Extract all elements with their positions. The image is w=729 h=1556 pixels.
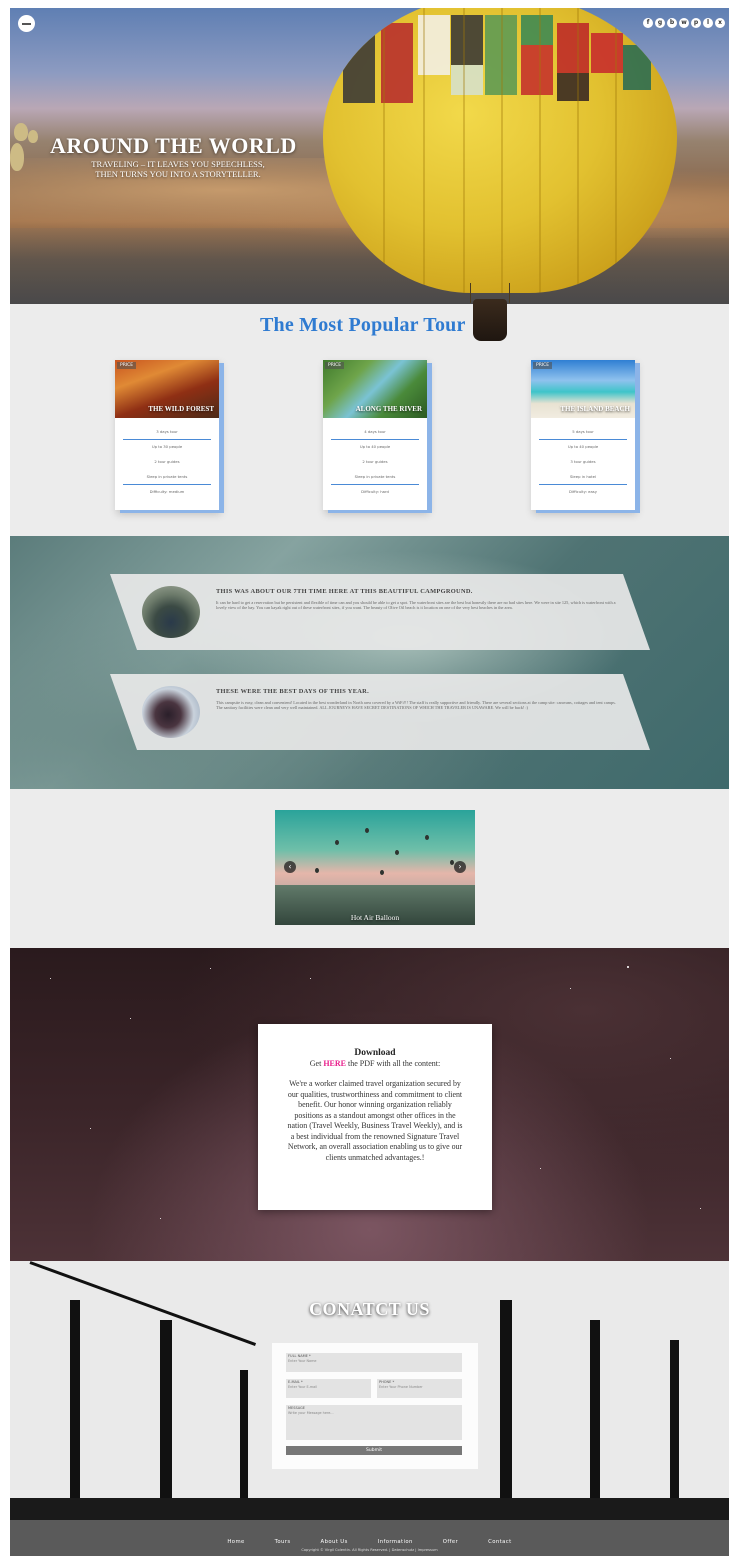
tree-silhouette — [70, 1300, 80, 1520]
full-name-field[interactable]: FULL NAME * Enter Your Name — [286, 1353, 462, 1372]
copyright-text: Copyright © Virgil Colentin. All Rights … — [301, 1548, 438, 1552]
download-section: Download Get HERE the PDF with all the c… — [10, 948, 729, 1261]
tour-name: ALONG THE RIVER — [355, 405, 422, 413]
hero-subtitle: TRAVELING – IT LEAVES YOU SPEECHLESS, TH… — [72, 159, 284, 179]
hero-title: AROUND THE WORLD — [50, 133, 297, 158]
email-placeholder: Enter Your E-mail — [288, 1385, 318, 1389]
footer-link-about-us[interactable]: About Us — [321, 1539, 348, 1545]
tour-features: 4 days tour Up to 40 people 2 tour guide… — [323, 418, 427, 500]
image-slider: ‹ › Hot Air Balloon — [275, 810, 475, 925]
tour-features: 3 days tour Up to 30 people 2 tour guide… — [115, 418, 219, 500]
slide-caption: Hot Air Balloon — [350, 913, 400, 922]
download-card: Download Get HERE the PDF with all the c… — [258, 1024, 492, 1210]
tour-feature: Difficulty: hard — [361, 489, 389, 494]
river-image: PRICE ALONG THE RIVER — [323, 360, 427, 418]
x-icon[interactable]: x — [715, 18, 725, 28]
message-label: MESSAGE — [288, 1406, 305, 1410]
footer-link-contact[interactable]: Contact — [488, 1539, 511, 1545]
tour-feature: Sleep in private tents — [331, 470, 419, 485]
tour-feature: 2 tour guides — [154, 459, 180, 464]
beach-image: PRICE THE ISLAND BEACH — [531, 360, 635, 418]
phone-label: PHONE * — [379, 1380, 395, 1384]
tour-feature: Sleep in private tents — [123, 470, 211, 485]
download-line-prefix: Get — [309, 1059, 324, 1068]
email-label: E-MAIL * — [288, 1380, 303, 1384]
full-name-label: FULL NAME * — [288, 1354, 311, 1358]
tour-card-island-beach[interactable]: PRICE THE ISLAND BEACH 5 days tour Up to… — [531, 360, 635, 510]
tour-feature: 3 days tour — [123, 425, 211, 440]
tour-feature: Difficulty: medium — [149, 489, 185, 494]
price-label: PRICE — [117, 362, 137, 369]
footer-link-tours[interactable]: Tours — [275, 1539, 291, 1545]
footer-link-information[interactable]: Information — [378, 1539, 413, 1545]
testimonial-title: THIS WAS ABOUT OUR 7TH TIME HERE AT THIS… — [216, 588, 473, 595]
testimonial-text: It can be hard to get a reservation but … — [216, 600, 616, 611]
tour-feature: 4 days tour — [331, 425, 419, 440]
hero-section: f g b w p l x AROUND THE WORLD TRAVELING… — [10, 8, 729, 304]
forest-image: PRICE THE WILD FOREST — [115, 360, 219, 418]
testimonials-section: THIS WAS ABOUT OUR 7TH TIME HERE AT THIS… — [10, 536, 729, 789]
submit-button[interactable]: Submit — [286, 1446, 462, 1455]
page: f g b w p l x AROUND THE WORLD TRAVELING… — [10, 8, 729, 1556]
phone-field[interactable]: PHONE * Enter Your Phone Number — [377, 1379, 462, 1398]
slider-prev-button[interactable]: ‹ — [284, 861, 296, 873]
pinterest-icon[interactable]: p — [691, 18, 701, 28]
avatar — [142, 686, 200, 738]
tour-feature: Up to 30 people — [151, 444, 183, 449]
tour-feature: 2 tour guides — [362, 459, 388, 464]
contact-section: CONATCT US FULL NAME * Enter Your Name E… — [10, 1261, 729, 1520]
footer-link-home[interactable]: Home — [227, 1539, 244, 1545]
hot-air-balloon-image — [323, 8, 677, 293]
tour-feature: 3 tour guides — [570, 459, 596, 464]
web-icon[interactable]: w — [679, 18, 689, 28]
price-label: PRICE — [533, 362, 553, 369]
download-line: Get HERE the PDF with all the content: — [258, 1059, 492, 1068]
hero-subtitle-line: TRAVELING – IT LEAVES YOU SPEECHLESS, — [91, 159, 265, 169]
download-title: Download — [354, 1048, 396, 1058]
testimonial-card: THIS WAS ABOUT OUR 7TH TIME HERE AT THIS… — [110, 574, 650, 650]
tours-heading: The Most Popular Tour — [260, 314, 466, 336]
message-field[interactable]: MESSAGE Write your Message here... — [286, 1405, 462, 1440]
tour-feature: Difficulty: easy — [568, 489, 598, 494]
footer-link-offer[interactable]: Offer — [443, 1539, 458, 1545]
phone-placeholder: Enter Your Phone Number — [379, 1385, 423, 1389]
tour-card-along-the-river[interactable]: PRICE ALONG THE RIVER 4 days tour Up to … — [323, 360, 427, 510]
blog-icon[interactable]: b — [667, 18, 677, 28]
menu-button[interactable] — [18, 15, 35, 32]
download-line-suffix: the PDF with all the content: — [346, 1059, 441, 1068]
balloon-basket-image — [473, 299, 507, 341]
linkedin-icon[interactable]: l — [703, 18, 713, 28]
avatar — [142, 586, 200, 638]
price-label: PRICE — [325, 362, 345, 369]
tour-card-wild-forest[interactable]: PRICE THE WILD FOREST 3 days tour Up to … — [115, 360, 219, 510]
tour-name: THE WILD FOREST — [148, 405, 214, 413]
download-description: We're a worker claimed travel organizati… — [287, 1079, 463, 1162]
small-balloon-image — [14, 123, 28, 141]
message-placeholder: Write your Message here... — [288, 1411, 334, 1415]
tour-feature: Sleep in hotel — [539, 470, 627, 485]
google-icon[interactable]: g — [655, 18, 665, 28]
hero-subtitle-line: THEN TURNS YOU INTO A STORYTELLER. — [95, 169, 261, 179]
social-links: f g b w p l x — [643, 18, 725, 28]
slider-next-button[interactable]: › — [454, 861, 466, 873]
testimonial-title: THESE WERE THE BEST DAYS OF THIS YEAR. — [216, 688, 369, 695]
testimonial-text: This campsite is easy, clean and conveni… — [216, 700, 616, 711]
contact-title: CONATCT US — [309, 1299, 430, 1319]
tour-feature: Up to 40 people — [359, 444, 391, 449]
small-balloon-image — [10, 143, 24, 171]
tour-name: THE ISLAND BEACH — [560, 405, 630, 413]
testimonial-card: THESE WERE THE BEST DAYS OF THIS YEAR. T… — [110, 674, 650, 750]
tour-feature: 5 days tour — [539, 425, 627, 440]
small-balloon-image — [28, 130, 38, 143]
download-link[interactable]: HERE — [323, 1059, 346, 1068]
facebook-icon[interactable]: f — [643, 18, 653, 28]
tour-feature: Up to 40 people — [567, 444, 599, 449]
tour-features: 5 days tour Up to 40 people 3 tour guide… — [531, 418, 635, 500]
full-name-placeholder: Enter Your Name — [288, 1359, 317, 1363]
footer: Home Tours About Us Information Offer Co… — [10, 1520, 729, 1556]
contact-form: FULL NAME * Enter Your Name E-MAIL * Ent… — [272, 1343, 478, 1469]
email-field[interactable]: E-MAIL * Enter Your E-mail — [286, 1379, 371, 1398]
footer-nav: Home Tours About Us Information Offer Co… — [10, 1530, 729, 1548]
